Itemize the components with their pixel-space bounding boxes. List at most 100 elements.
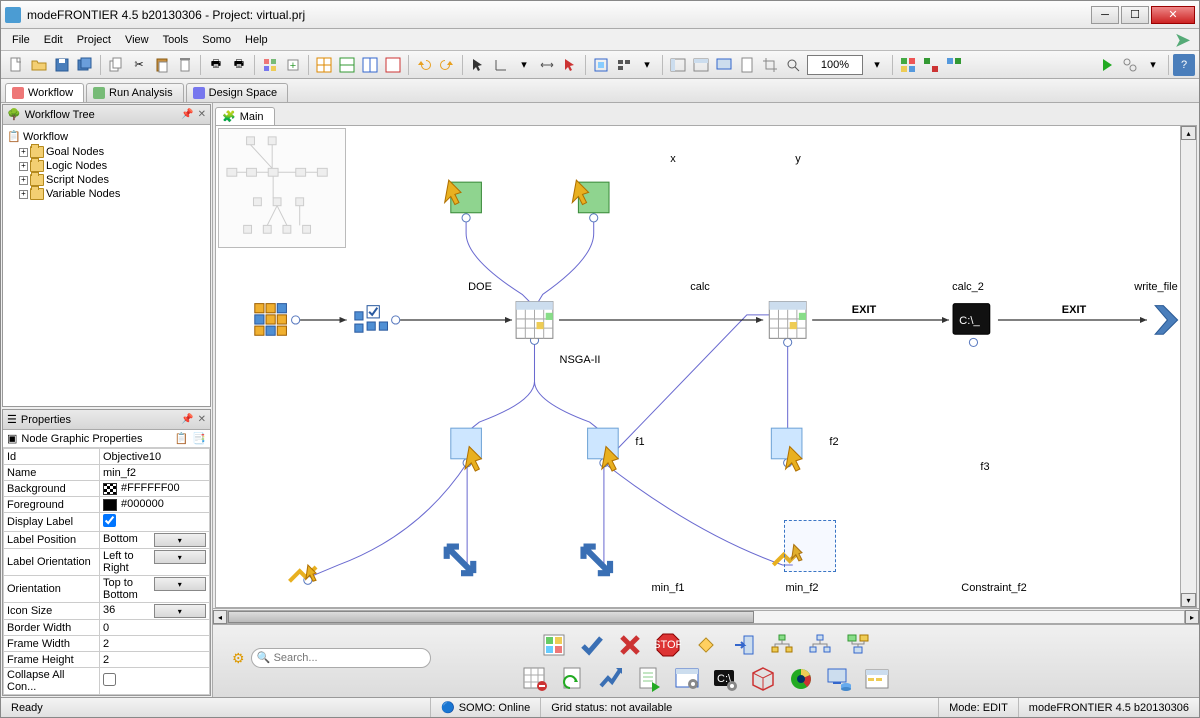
workflow-tree[interactable]: 📋Workflow +Goal Nodes +Logic Nodes +Scri… <box>3 125 210 406</box>
menu-tools[interactable]: Tools <box>156 32 196 48</box>
menu-help[interactable]: Help <box>238 32 275 48</box>
pointer-icon[interactable] <box>467 54 489 76</box>
tree-logic-nodes[interactable]: +Logic Nodes <box>5 159 208 173</box>
stop-icon[interactable]: STOP <box>653 631 683 659</box>
panel-close-icon[interactable]: ✕ <box>198 109 206 120</box>
window-gear-icon[interactable] <box>672 665 702 693</box>
pin-icon[interactable]: 📌 <box>181 414 193 425</box>
table-orange-icon[interactable] <box>313 54 335 76</box>
grid-move-icon[interactable] <box>590 54 612 76</box>
prop-label-orientation[interactable]: Left to Right▾ <box>100 549 210 576</box>
run-config-icon[interactable] <box>1119 54 1141 76</box>
donut-chart-icon[interactable] <box>786 665 816 693</box>
settings-gear-icon[interactable]: ⚙ <box>232 650 245 667</box>
prop-orientation[interactable]: Top to Bottom▾ <box>100 576 210 603</box>
table-green-icon[interactable] <box>336 54 358 76</box>
checkmark-blue-icon[interactable] <box>577 631 607 659</box>
node-palette-icon[interactable] <box>259 54 281 76</box>
scroll-left-icon[interactable]: ◂ <box>213 610 227 624</box>
palette1-icon[interactable] <box>897 54 919 76</box>
node-add-icon[interactable]: + <box>282 54 304 76</box>
palette3-icon[interactable] <box>943 54 965 76</box>
window-toolbar-icon[interactable] <box>862 665 892 693</box>
hierarchy1-icon[interactable] <box>767 631 797 659</box>
terminal-gear-icon[interactable]: C:\ <box>710 665 740 693</box>
table-blue-icon[interactable] <box>359 54 381 76</box>
axis-icon[interactable] <box>490 54 512 76</box>
undo-icon[interactable] <box>413 54 435 76</box>
grid-remove-icon[interactable] <box>520 665 550 693</box>
prop-frame-height[interactable]: 2 <box>100 652 210 668</box>
prop-collapse-conn[interactable] <box>100 668 210 695</box>
tab-design-space[interactable]: Design Space <box>186 83 289 102</box>
menu-view[interactable]: View <box>118 32 156 48</box>
run-dd-icon[interactable]: ▾ <box>1142 54 1164 76</box>
palette2-icon[interactable] <box>920 54 942 76</box>
print-layout-icon[interactable] <box>736 54 758 76</box>
prop-border-width[interactable]: 0 <box>100 620 210 636</box>
scroll-up-icon[interactable]: ▴ <box>1181 126 1196 140</box>
vertical-scrollbar[interactable]: ▴ ▾ <box>1180 126 1196 607</box>
props-btn1-icon[interactable]: 📋 <box>175 432 189 445</box>
panel-close-icon[interactable]: ✕ <box>198 414 206 425</box>
menu-project[interactable]: Project <box>70 32 118 48</box>
cube-red-icon[interactable] <box>748 665 778 693</box>
minimize-button[interactable]: ─ <box>1091 6 1119 24</box>
cancel-red-icon[interactable] <box>615 631 645 659</box>
hierarchy3-icon[interactable] <box>843 631 873 659</box>
chevron-down-icon[interactable]: ▾ <box>154 604 207 618</box>
pointer-red-icon[interactable] <box>559 54 581 76</box>
paste-icon[interactable] <box>151 54 173 76</box>
menu-edit[interactable]: Edit <box>37 32 70 48</box>
maximize-button[interactable]: ☐ <box>1121 6 1149 24</box>
zoom-input[interactable] <box>807 55 863 75</box>
validate-icon[interactable] <box>539 631 569 659</box>
align-dd-icon[interactable]: ▾ <box>636 54 658 76</box>
prop-id-value[interactable]: Objective10 <box>100 449 210 465</box>
redo-icon[interactable] <box>436 54 458 76</box>
canvas[interactable]: C:\_ x y DOE NSGA-II calc EXIT <box>215 125 1197 608</box>
prop-frame-width[interactable]: 2 <box>100 636 210 652</box>
close-button[interactable]: ✕ <box>1151 6 1195 24</box>
prop-display-label[interactable] <box>100 513 210 532</box>
open-icon[interactable] <box>28 54 50 76</box>
tree-variable-nodes[interactable]: +Variable Nodes <box>5 187 208 201</box>
prop-bg-value[interactable]: #FFFFFF00 <box>100 481 210 497</box>
collapse-icon[interactable]: ▣ <box>7 432 17 445</box>
menu-somo[interactable]: Somo <box>195 32 238 48</box>
hierarchy2-icon[interactable] <box>805 631 835 659</box>
trend-arrow-icon[interactable] <box>596 665 626 693</box>
search-input[interactable] <box>251 648 431 668</box>
menu-file[interactable]: File <box>5 32 37 48</box>
save-icon[interactable] <box>51 54 73 76</box>
grid-row-icon[interactable] <box>690 54 712 76</box>
expander-icon[interactable]: + <box>19 176 28 185</box>
scroll-thumb[interactable] <box>228 611 754 623</box>
tree-script-nodes[interactable]: +Script Nodes <box>5 173 208 187</box>
chevron-down-icon[interactable]: ▾ <box>154 577 207 591</box>
tab-workflow[interactable]: Workflow <box>5 83 84 102</box>
zoom-dd-icon[interactable]: ▾ <box>866 54 888 76</box>
scroll-right-icon[interactable]: ▸ <box>1185 610 1199 624</box>
prop-name-value[interactable]: min_f2 <box>100 465 210 481</box>
help-icon[interactable]: ? <box>1173 54 1195 76</box>
chevron-down-icon[interactable]: ▾ <box>154 550 207 564</box>
step-into-icon[interactable] <box>729 631 759 659</box>
canvas-tab-main[interactable]: 🧩Main <box>215 107 275 125</box>
expand-hz-icon[interactable] <box>536 54 558 76</box>
run-icon[interactable] <box>1096 54 1118 76</box>
copy-icon[interactable] <box>105 54 127 76</box>
prop-label-position[interactable]: Bottom▾ <box>100 532 210 549</box>
print-preview-icon[interactable]: 🖶 <box>228 54 250 76</box>
tree-root[interactable]: 📋Workflow <box>5 129 208 145</box>
scroll-down-icon[interactable]: ▾ <box>1181 593 1196 607</box>
zoom-icon[interactable] <box>782 54 804 76</box>
tree-goal-nodes[interactable]: +Goal Nodes <box>5 145 208 159</box>
doc-refresh-icon[interactable] <box>558 665 588 693</box>
collapse-conn-checkbox[interactable] <box>103 673 116 686</box>
prop-icon-size[interactable]: 36▾ <box>100 603 210 620</box>
display-label-checkbox[interactable] <box>103 514 116 527</box>
tab-run-analysis[interactable]: Run Analysis <box>86 83 184 102</box>
horizontal-scrollbar[interactable]: ◂ ▸ <box>213 608 1199 624</box>
delete-icon[interactable] <box>174 54 196 76</box>
